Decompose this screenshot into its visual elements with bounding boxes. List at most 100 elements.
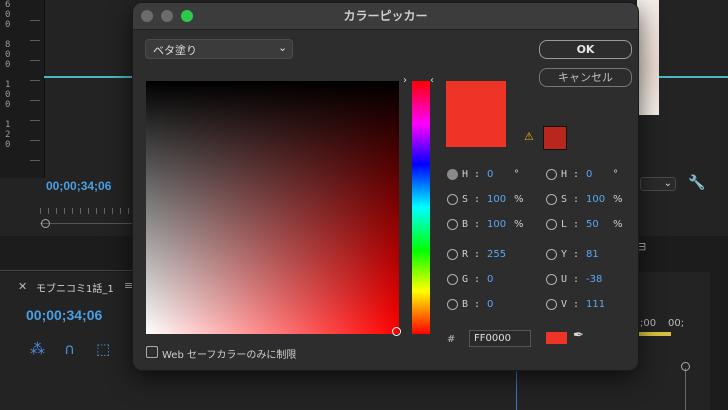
title-bar[interactable]: カラーピッカー	[133, 3, 638, 30]
sequence-tab-title[interactable]: モブニコミ1話_1	[36, 280, 114, 295]
dialog-title: カラーピッカー	[343, 9, 428, 23]
right-radio-3[interactable]	[546, 249, 557, 260]
web-safe-checkbox[interactable]	[146, 346, 158, 358]
ruler-digit: 0	[5, 50, 11, 60]
ruler-digit: 2	[5, 130, 11, 140]
right-field-label-5: V :	[561, 299, 580, 310]
right-field-label-3: Y :	[561, 249, 580, 260]
new-color-swatch	[446, 81, 506, 147]
left-field-value-0[interactable]: 0	[487, 169, 493, 180]
ruler-digit: 1	[5, 80, 11, 90]
left-field-row-5: B : 0	[447, 298, 537, 312]
left-field-unit-1: %	[514, 194, 524, 205]
ruler-ticks	[40, 208, 132, 214]
left-field-row-3: R : 255	[447, 248, 537, 262]
left-field-label-1: S :	[462, 194, 481, 205]
zoom-scrollbar[interactable]	[40, 219, 132, 229]
left-field-unit-0: °	[514, 169, 519, 180]
fill-type-select[interactable]: ベタ塗り ⌄	[145, 39, 293, 59]
left-field-value-3[interactable]: 255	[487, 249, 506, 260]
preview-thumbnail	[637, 0, 659, 115]
right-field-label-0: H :	[561, 169, 580, 180]
ruler-digit: 0	[5, 90, 11, 100]
color-fields-right: H : 0 ° S : 100% L : 50% Y : 81 U : -38 V : 111	[546, 168, 636, 318]
left-radio-0[interactable]	[447, 169, 458, 180]
left-radio-2[interactable]	[447, 219, 458, 230]
panel-border	[0, 270, 132, 271]
timeline-time-b: 00;	[668, 318, 685, 329]
program-timecode[interactable]: 00;00;34;06	[46, 179, 111, 193]
timeline-ruler-time-2: 00;	[668, 318, 684, 329]
left-field-value-2[interactable]: 100	[487, 219, 506, 230]
right-field-value-5[interactable]: 111	[586, 299, 605, 310]
right-field-row-1: S : 100%	[546, 193, 636, 207]
timeline-ruler-time: ;00	[640, 318, 656, 329]
color-fields-left: H : 0 ° S : 100% B : 100% R : 255 G : 0 B : 0	[447, 168, 537, 318]
right-field-row-3: Y : 81	[546, 248, 636, 262]
web-safe-color-swatch[interactable]	[543, 126, 567, 150]
left-field-value-5[interactable]: 0	[487, 299, 493, 310]
left-field-value-4[interactable]: 0	[487, 274, 493, 285]
timeline-work-area-bar[interactable]	[637, 332, 671, 336]
hex-input[interactable]: FF0000	[469, 330, 531, 347]
vertical-ruler: 600800100120	[0, 0, 45, 178]
right-field-unit-0: °	[613, 169, 618, 180]
ruler-digit: 6	[5, 0, 11, 10]
current-color-swatch	[546, 332, 567, 344]
hue-slider-arrow-right[interactable]: ‹	[430, 75, 434, 86]
right-radio-4[interactable]	[546, 274, 557, 285]
left-field-label-5: B :	[462, 299, 481, 310]
left-radio-5[interactable]	[447, 299, 458, 310]
right-field-value-0[interactable]: 0	[586, 169, 592, 180]
hue-slider[interactable]	[412, 81, 430, 334]
close-icon[interactable]: ✕	[18, 280, 27, 293]
right-radio-1[interactable]	[546, 194, 557, 205]
left-radio-3[interactable]	[447, 249, 458, 260]
right-field-value-4[interactable]: -38	[586, 274, 602, 285]
color-picker-dialog: カラーピッカー ベタ塗り ⌄ OK キャンセル › ‹ ⚠ H : 0 ° S : 10…	[132, 2, 639, 371]
left-field-row-1: S : 100%	[447, 193, 537, 207]
fill-type-value: ベタ塗り	[153, 44, 197, 57]
web-safe-label: Web セーフカラーのみに制限	[162, 350, 297, 361]
left-field-label-0: H :	[462, 169, 481, 180]
ruler-digit: 0	[5, 10, 11, 20]
right-field-label-1: S :	[561, 194, 580, 205]
settings-dropdown[interactable]: ⌄	[640, 177, 676, 191]
cancel-button[interactable]: キャンセル	[539, 68, 632, 87]
right-field-row-4: U : -38	[546, 273, 636, 287]
hex-value: FF0000	[474, 333, 511, 344]
ruler-digit: 0	[5, 100, 11, 110]
ruler-digit: 0	[5, 60, 11, 70]
saturation-brightness-field[interactable]	[146, 81, 401, 336]
right-radio-2[interactable]	[546, 219, 557, 230]
marker-icon[interactable]: ⬚	[96, 340, 110, 358]
right-radio-5[interactable]	[546, 299, 557, 310]
left-field-value-1[interactable]: 100	[487, 194, 506, 205]
right-field-value-1[interactable]: 100	[586, 194, 605, 205]
vertical-scrollbar[interactable]	[681, 362, 690, 410]
eyedropper-icon[interactable]: ✒	[573, 328, 584, 343]
playhead-line[interactable]	[516, 370, 517, 410]
magnet-icon[interactable]: ∩	[64, 340, 75, 358]
left-field-row-2: B : 100%	[447, 218, 537, 232]
hue-slider-arrow-left[interactable]: ›	[403, 75, 407, 86]
right-field-row-5: V : 111	[546, 298, 636, 312]
sequence-timecode[interactable]: 00;00;34;06	[26, 307, 102, 323]
ruler-digit: 0	[5, 20, 11, 30]
left-field-row-0: H : 0 °	[447, 168, 537, 182]
chevron-down-icon: ⌄	[278, 41, 288, 54]
left-radio-4[interactable]	[447, 274, 458, 285]
left-field-label-3: R :	[462, 249, 481, 260]
color-field-cursor[interactable]	[392, 327, 401, 336]
left-field-row-4: G : 0	[447, 273, 537, 287]
warning-icon: ⚠	[524, 130, 534, 143]
right-field-row-2: L : 50%	[546, 218, 636, 232]
left-radio-1[interactable]	[447, 194, 458, 205]
left-field-label-4: G :	[462, 274, 481, 285]
right-field-value-3[interactable]: 81	[586, 249, 599, 260]
ok-button[interactable]: OK	[539, 40, 632, 59]
right-radio-0[interactable]	[546, 169, 557, 180]
right-field-value-2[interactable]: 50	[586, 219, 599, 230]
wrench-icon[interactable]: 🔧	[688, 175, 705, 191]
snap-icon[interactable]: ⁂	[30, 340, 45, 358]
